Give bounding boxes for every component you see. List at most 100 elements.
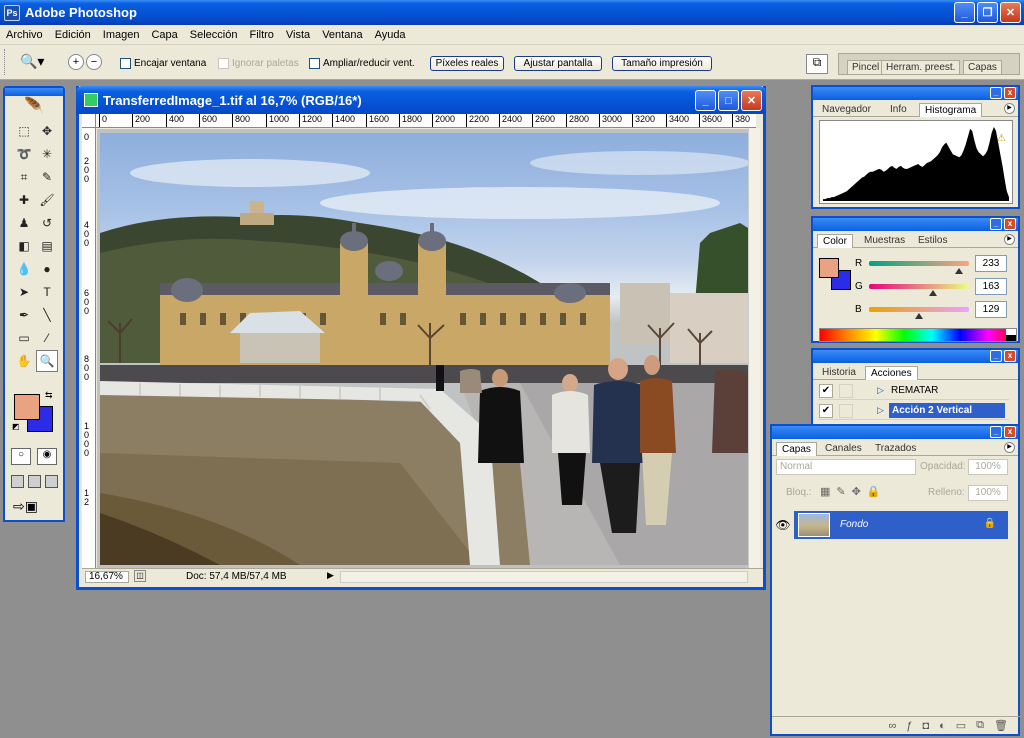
zoom-in-icon[interactable]: + — [68, 54, 84, 70]
close-button[interactable]: ✕ — [1000, 2, 1021, 23]
histogram-warning-icon[interactable]: ⚠ — [997, 133, 1006, 144]
file-browser-icon[interactable]: ⧉ — [806, 54, 828, 74]
swap-colors-icon[interactable]: ⇆ — [45, 390, 53, 401]
tab-acciones[interactable]: Acciones — [865, 366, 918, 380]
color-ramp[interactable] — [819, 328, 1017, 342]
palette-titlebar[interactable]: _ x — [813, 218, 1018, 231]
actual-pixels-button[interactable]: Píxeles reales — [430, 56, 504, 71]
slice-tool-icon[interactable]: ✎ — [36, 166, 58, 188]
magic-wand-icon[interactable]: ✳ — [36, 143, 58, 165]
action-row[interactable]: ✔ ▷ Acción 2 Vertical — [819, 402, 1009, 420]
vertical-scrollbar[interactable] — [748, 128, 760, 568]
tab-histograma[interactable]: Histograma — [919, 103, 983, 117]
palette-menu-icon[interactable]: ▶ — [1004, 234, 1015, 245]
gradient-tool-icon[interactable]: ▤ — [36, 235, 58, 257]
lock-all-icon[interactable]: 🔒 — [867, 486, 887, 498]
layer-row[interactable]: 👁 Fondo 🔒 — [772, 511, 1008, 539]
zoom-resize-checkbox[interactable]: Ampliar/reducir vent. — [309, 58, 415, 69]
vertical-ruler[interactable]: 0 2 0 0 4 0 0 6 0 0 8 0 0 1 0 0 0 1 2 — [82, 128, 96, 568]
adjustment-layer-icon[interactable]: ◐ — [939, 720, 946, 732]
palette-close-button[interactable]: x — [1004, 87, 1016, 99]
action-row[interactable]: ✔ ▷ REMATAR — [819, 382, 1009, 400]
tab-navegador[interactable]: Navegador — [817, 103, 876, 117]
well-tab-pincel[interactable]: Pincel — [847, 60, 885, 75]
menu-imagen[interactable]: Imagen — [97, 29, 146, 41]
palette-titlebar[interactable]: _ x — [772, 426, 1018, 439]
lock-transparency-icon[interactable]: ▦ — [820, 486, 836, 498]
app-titlebar[interactable]: Ps Adobe Photoshop _ ❐ ✕ — [0, 0, 1024, 25]
move-tool-icon[interactable]: ✥ — [36, 120, 58, 142]
pen-tool-icon[interactable]: ✒ — [13, 304, 35, 326]
status-preview-icon[interactable]: ◫ — [134, 570, 146, 582]
fill-field[interactable]: 100% — [968, 485, 1008, 501]
tab-estilos[interactable]: Estilos — [913, 234, 952, 248]
menu-capa[interactable]: Capa — [145, 29, 183, 41]
zoom-tool-icon[interactable]: 🔍 — [36, 350, 58, 372]
eraser-tool-icon[interactable]: ◧ — [13, 235, 35, 257]
b-slider-track[interactable] — [869, 307, 969, 312]
palette-minimize-button[interactable]: _ — [990, 87, 1002, 99]
menu-seleccion[interactable]: Selección — [184, 29, 244, 41]
photo-canvas[interactable] — [100, 133, 748, 565]
type-tool-icon[interactable]: T — [36, 281, 58, 303]
menu-edicion[interactable]: Edición — [49, 29, 97, 41]
lock-pixels-icon[interactable]: ✎ — [836, 486, 851, 498]
canvas-area[interactable] — [97, 129, 759, 569]
restore-button[interactable]: ❐ — [977, 2, 998, 23]
tab-info[interactable]: Info — [885, 103, 912, 117]
palette-titlebar[interactable]: _ x — [813, 87, 1018, 100]
print-size-button[interactable]: Tamaño impresión — [612, 56, 712, 71]
b-value-field[interactable]: 129 — [975, 301, 1007, 318]
tab-muestras[interactable]: Muestras — [859, 234, 910, 248]
clone-stamp-icon[interactable]: ♟ — [13, 212, 35, 234]
opacity-field[interactable]: 100% — [968, 459, 1008, 475]
expand-triangle-icon[interactable]: ▷ — [877, 385, 884, 396]
fit-window-checkbox[interactable]: Encajar ventana — [120, 58, 206, 69]
blur-tool-icon[interactable]: 💧 — [13, 258, 35, 280]
options-grip[interactable] — [4, 49, 8, 75]
palette-minimize-button[interactable]: _ — [990, 426, 1002, 438]
fit-screen-button[interactable]: Ajustar pantalla — [514, 56, 602, 71]
hand-tool-icon[interactable]: ✋ — [13, 350, 35, 372]
tab-capas[interactable]: Capas — [776, 442, 817, 456]
lasso-tool-icon[interactable]: ➰ — [13, 143, 35, 165]
tab-color[interactable]: Color — [817, 234, 853, 248]
screen-mode-standard-icon[interactable] — [11, 475, 24, 488]
blend-mode-select[interactable]: Normal — [776, 459, 916, 475]
standard-mode-icon[interactable]: ○ — [11, 448, 31, 465]
g-slider-track[interactable] — [869, 284, 969, 289]
tab-canales[interactable]: Canales — [820, 442, 867, 456]
lock-icons[interactable]: ▦✎✥🔒 — [820, 485, 887, 498]
menu-ayuda[interactable]: Ayuda — [369, 29, 412, 41]
palette-close-button[interactable]: x — [1004, 218, 1016, 230]
notes-tool-icon[interactable]: ▭ — [13, 327, 35, 349]
status-menu-arrow-icon[interactable]: ▶ — [327, 570, 334, 581]
ruler-origin[interactable] — [82, 114, 96, 128]
doc-maximize-button[interactable]: □ — [718, 90, 739, 111]
crop-tool-icon[interactable]: ⌗ — [13, 166, 35, 188]
zoom-tool-preset-icon[interactable]: 🔍▾ — [20, 53, 44, 70]
doc-minimize-button[interactable]: _ — [695, 90, 716, 111]
well-tab-capas[interactable]: Capas — [963, 60, 1002, 75]
tab-historia[interactable]: Historia — [817, 366, 861, 380]
marquee-tool-icon[interactable]: ⬚ — [13, 120, 35, 142]
ignore-palettes-checkbox[interactable]: Ignorar paletas — [218, 58, 299, 69]
color-ramp-bw[interactable] — [1006, 329, 1016, 341]
horizontal-ruler[interactable]: 0 200 400 600 800 1000 1200 1400 1600 18… — [96, 114, 756, 128]
well-tab-herram[interactable]: Herram. preest. — [881, 60, 961, 75]
layer-mask-icon[interactable]: ◘ — [922, 720, 929, 732]
dodge-tool-icon[interactable]: ● — [36, 258, 58, 280]
path-select-icon[interactable]: ➤ — [13, 281, 35, 303]
menu-archivo[interactable]: Archivo — [0, 29, 49, 41]
action-toggle-checkbox[interactable]: ✔ — [819, 404, 833, 418]
action-dialog-toggle[interactable] — [839, 384, 853, 398]
minimize-button[interactable]: _ — [954, 2, 975, 23]
palette-menu-icon[interactable]: ▶ — [1004, 103, 1015, 114]
action-dialog-toggle[interactable] — [839, 404, 853, 418]
palette-menu-icon[interactable]: ▶ — [1004, 442, 1015, 453]
new-layer-icon[interactable]: ⧉ — [976, 719, 984, 732]
quickmask-mode-icon[interactable]: ◉ — [37, 448, 57, 465]
link-layers-icon[interactable]: ∞ — [888, 720, 896, 732]
default-colors-icon[interactable]: ◩ — [12, 422, 20, 431]
color-fg-swatch[interactable] — [819, 258, 839, 278]
